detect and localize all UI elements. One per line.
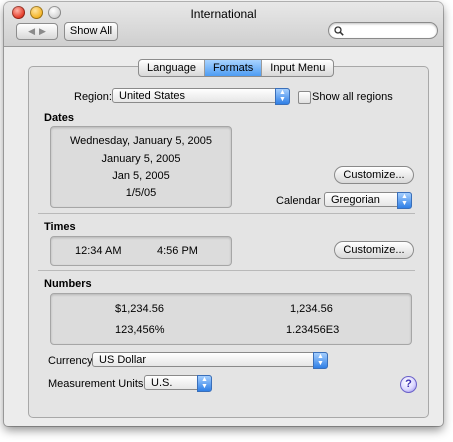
time-example-am: 12:34 AM [75,245,122,257]
number-example-decimal: 1,234.56 [290,303,333,315]
separator [38,270,415,271]
measurement-units-value: U.S. [151,377,173,389]
number-example-percent: 123,456% [115,324,165,336]
back-arrow-icon[interactable]: ◀ [28,27,35,36]
dates-customize-button[interactable]: Customize... [334,166,414,184]
dates-examples-box: Wednesday, January 5, 2005 January 5, 20… [50,126,232,208]
date-example-short: 1/5/05 [125,187,157,199]
show-all-button[interactable]: Show All [64,22,118,41]
measurement-units-select[interactable]: U.S. ▲ ▼ [144,375,212,392]
region-label: Region: [74,91,112,103]
search-field[interactable] [328,22,438,39]
select-arrows-icon: ▲ ▼ [275,88,290,105]
show-all-regions-label: Show all regions [312,91,393,103]
preferences-window: International ◀ ▶ Show All Language Form… [4,2,443,426]
times-heading: Times [44,221,76,233]
currency-label: Currency [48,355,93,367]
numbers-examples-box: $1,234.56 1,234.56 123,456% 1.23456E3 [50,293,412,345]
tab-language[interactable]: Language [139,60,205,76]
currency-value: US Dollar [99,354,147,366]
calendar-value: Gregorian [331,194,380,206]
date-example-medium: Jan 5, 2005 [112,170,170,182]
show-all-regions-checkbox[interactable] [298,91,311,104]
search-icon [334,24,344,39]
help-icon[interactable]: ? [400,376,417,393]
separator [38,213,415,214]
title-bar: International ◀ ▶ Show All [4,2,443,47]
forward-arrow-icon[interactable]: ▶ [39,27,46,36]
select-arrows-icon: ▲ ▼ [197,375,212,392]
tab-bar: Language Formats Input Menu [138,59,335,77]
region-value: United States [119,90,186,102]
window-title: International [190,7,257,21]
times-examples-box: 12:34 AM 4:56 PM [50,236,232,266]
calendar-select[interactable]: Gregorian ▲ ▼ [324,192,412,209]
region-select[interactable]: United States ▲ ▼ [112,88,290,105]
dates-heading: Dates [44,112,74,124]
back-forward-control[interactable]: ◀ ▶ [16,23,58,40]
tab-input-menu[interactable]: Input Menu [262,60,333,76]
measurement-units-label: Measurement Units [48,378,144,390]
calendar-label: Calendar [276,195,321,207]
select-arrows-icon: ▲ ▼ [313,352,328,369]
time-example-pm: 4:56 PM [157,245,198,257]
search-input[interactable] [346,23,432,38]
tab-formats[interactable]: Formats [204,60,263,76]
number-example-scientific: 1.23456E3 [286,324,340,336]
number-example-currency: $1,234.56 [115,303,164,315]
times-customize-button[interactable]: Customize... [334,241,414,259]
select-arrows-icon: ▲ ▼ [397,192,412,209]
date-example-full: Wednesday, January 5, 2005 [69,135,213,147]
date-example-long: January 5, 2005 [101,153,181,165]
numbers-heading: Numbers [44,278,92,290]
currency-select[interactable]: US Dollar ▲ ▼ [92,352,328,369]
